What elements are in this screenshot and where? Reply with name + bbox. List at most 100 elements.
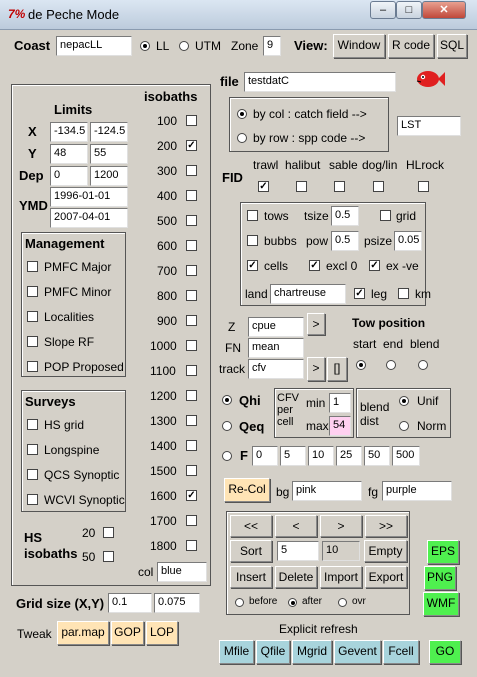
isobath-checkbox-900[interactable]	[186, 315, 197, 326]
track-input[interactable]: cfv	[248, 359, 304, 379]
tsize-input[interactable]: 0.5	[331, 206, 359, 226]
isobath-checkbox-800[interactable]	[186, 290, 197, 301]
ymd-end-input[interactable]: 2007-04-01	[50, 208, 128, 228]
psize-input[interactable]: 0.05	[394, 231, 422, 251]
bg-input[interactable]: pink	[292, 481, 362, 501]
y-min-input[interactable]: 48	[50, 144, 88, 164]
spp-code-input[interactable]: LST	[397, 116, 461, 136]
fid-sable-checkbox[interactable]	[334, 181, 345, 192]
f-input-3[interactable]: 25	[336, 446, 362, 466]
localities-checkbox[interactable]	[27, 311, 38, 322]
empty-button[interactable]: Empty	[364, 540, 407, 562]
prev-button[interactable]: <	[275, 515, 317, 537]
isobath-checkbox-1600[interactable]: ✓	[186, 490, 197, 501]
leg-checkbox[interactable]: ✓	[354, 288, 365, 299]
zone-input[interactable]: 9	[263, 36, 281, 56]
rcode-button[interactable]: R code	[388, 34, 434, 58]
insert-button[interactable]: Insert	[230, 566, 272, 588]
isobath-checkbox-1100[interactable]	[186, 365, 197, 376]
gop-button[interactable]: GOP	[111, 621, 144, 645]
f-input-0[interactable]: 0	[252, 446, 278, 466]
fid-halibut-checkbox[interactable]	[296, 181, 307, 192]
isobath-checkbox-700[interactable]	[186, 265, 197, 276]
ymd-start-input[interactable]: 1996-01-01	[50, 187, 128, 207]
y-max-input[interactable]: 55	[90, 144, 128, 164]
land-input[interactable]: chartreuse	[270, 284, 346, 304]
coast-input[interactable]: nepacLL	[56, 36, 132, 56]
isobath-checkbox-1300[interactable]	[186, 415, 197, 426]
tows-checkbox[interactable]	[247, 210, 258, 221]
tow-end-radio[interactable]	[386, 360, 396, 370]
z-select-button[interactable]: >	[307, 313, 325, 335]
pop-proposed-checkbox[interactable]	[27, 361, 38, 372]
eps-button[interactable]: EPS	[427, 540, 459, 564]
f-input-2[interactable]: 10	[308, 446, 334, 466]
km-checkbox[interactable]	[398, 288, 409, 299]
qhi-radio[interactable]	[222, 395, 232, 405]
dep-max-input[interactable]: 1200	[90, 166, 128, 186]
f-input-1[interactable]: 5	[280, 446, 306, 466]
fid-trawl-checkbox[interactable]: ✓	[258, 181, 269, 192]
f-input-5[interactable]: 500	[392, 446, 420, 466]
mgrid-button[interactable]: Mgrid	[292, 640, 332, 664]
maximize-button[interactable]: □	[396, 1, 422, 19]
x-max-input[interactable]: -124.5	[90, 122, 128, 142]
last-button[interactable]: >>	[365, 515, 407, 537]
pow-input[interactable]: 0.5	[331, 231, 359, 251]
before-radio[interactable]	[235, 598, 244, 607]
isobath-checkbox-500[interactable]	[186, 215, 197, 226]
first-button[interactable]: <<	[230, 515, 272, 537]
qcs-synoptic-checkbox[interactable]	[27, 469, 38, 480]
delete-button[interactable]: Delete	[275, 566, 317, 588]
slope-rf-checkbox[interactable]	[27, 336, 38, 347]
fid-hlrock-checkbox[interactable]	[418, 181, 429, 192]
isobath-checkbox-1400[interactable]	[186, 440, 197, 451]
fn-input[interactable]: mean	[248, 338, 304, 358]
grid-y-input[interactable]: 0.075	[154, 593, 200, 613]
norm-radio[interactable]	[399, 421, 409, 431]
f-radio[interactable]	[222, 451, 232, 461]
min-input[interactable]: 1	[329, 393, 351, 413]
hs-grid-checkbox[interactable]	[27, 419, 38, 430]
hs-20-checkbox[interactable]	[103, 527, 114, 538]
window-button[interactable]: Window	[333, 34, 385, 58]
isobath-checkbox-1500[interactable]	[186, 465, 197, 476]
max-input[interactable]: 54	[329, 416, 351, 436]
isobath-checkbox-400[interactable]	[186, 190, 197, 201]
longspine-checkbox[interactable]	[27, 444, 38, 455]
close-button[interactable]: ✕	[422, 1, 466, 19]
png-button[interactable]: PNG	[424, 566, 456, 590]
isobath-checkbox-600[interactable]	[186, 240, 197, 251]
gevent-button[interactable]: Gevent	[334, 640, 381, 664]
fg-input[interactable]: purple	[382, 481, 452, 501]
qfile-button[interactable]: Qfile	[256, 640, 290, 664]
cells-checkbox[interactable]: ✓	[247, 260, 258, 271]
exve-checkbox[interactable]: ✓	[369, 260, 380, 271]
isobath-checkbox-1200[interactable]	[186, 390, 197, 401]
minimize-button[interactable]: –	[370, 1, 396, 19]
sort-value-input[interactable]: 5	[277, 541, 319, 561]
col-input[interactable]: blue	[157, 562, 207, 582]
tow-blend-radio[interactable]	[418, 360, 428, 370]
grid-x-input[interactable]: 0.1	[108, 593, 152, 613]
lop-button[interactable]: LOP	[146, 621, 178, 645]
dep-min-input[interactable]: 0	[50, 166, 88, 186]
pmfc-major-checkbox[interactable]	[27, 261, 38, 272]
file-input[interactable]: testdatC	[244, 72, 396, 92]
ll-radio[interactable]	[140, 41, 150, 51]
f-input-4[interactable]: 50	[364, 446, 390, 466]
excl0-checkbox[interactable]: ✓	[309, 260, 320, 271]
by-row-radio[interactable]	[237, 133, 247, 143]
qeq-radio[interactable]	[222, 421, 232, 431]
isobath-checkbox-200[interactable]: ✓	[186, 140, 197, 151]
grid-checkbox[interactable]	[380, 210, 391, 221]
next-button[interactable]: >	[320, 515, 362, 537]
isobath-checkbox-300[interactable]	[186, 165, 197, 176]
unif-radio[interactable]	[399, 396, 409, 406]
tow-start-radio[interactable]	[356, 360, 366, 370]
sort-button[interactable]: Sort	[230, 540, 272, 562]
fcell-button[interactable]: Fcell	[383, 640, 419, 664]
track-select-button[interactable]: >	[307, 357, 325, 381]
par-map-button[interactable]: par.map	[57, 621, 109, 645]
fid-doglin-checkbox[interactable]	[373, 181, 384, 192]
